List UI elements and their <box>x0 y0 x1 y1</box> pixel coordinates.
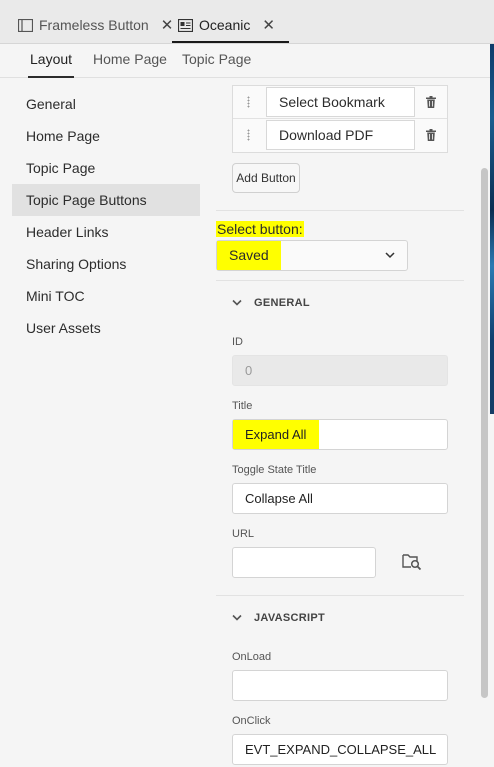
title-label: Title <box>232 400 253 412</box>
drag-handle-icon[interactable] <box>247 129 250 141</box>
tab-label: Oceanic <box>199 17 251 33</box>
url-label: URL <box>232 528 255 540</box>
button-name-field[interactable]: Download PDF <box>266 120 415 150</box>
nav-item-home-page[interactable]: Home Page <box>12 120 200 152</box>
id-label: ID <box>232 336 243 348</box>
tab-layout[interactable]: Layout <box>27 51 75 78</box>
nav-item-general[interactable]: General <box>12 88 200 120</box>
onload-field[interactable] <box>232 670 448 701</box>
divider <box>216 595 464 596</box>
onload-label: OnLoad <box>232 651 272 663</box>
window-icon <box>18 18 33 32</box>
settings-panel: Select Bookmark Download PDF Add Button … <box>216 78 478 767</box>
settings-tab-bar: Layout Home Page Topic Page <box>0 44 494 78</box>
trash-icon[interactable] <box>426 129 436 141</box>
toggle-state-title-field[interactable]: Collapse All <box>232 483 448 514</box>
onclick-label: OnClick <box>232 715 271 727</box>
drag-handle-icon[interactable] <box>247 96 250 108</box>
nav-item-sharing-options[interactable]: Sharing Options <box>12 248 200 280</box>
close-icon[interactable]: ✕ <box>161 16 174 34</box>
toggle-state-title-label: Toggle State Title <box>232 464 317 476</box>
chevron-down-icon <box>232 614 242 621</box>
browse-file-icon[interactable] <box>402 552 422 570</box>
button-name-field[interactable]: Select Bookmark <box>266 87 415 117</box>
onclick-field[interactable]: EVT_EXPAND_COLLAPSE_ALL <box>232 734 448 765</box>
section-general-title: GENERAL <box>254 297 310 309</box>
list-item: Select Bookmark <box>233 86 447 119</box>
title-field[interactable]: Expand All <box>232 419 448 450</box>
settings-nav: General Home Page Topic Page Topic Page … <box>12 88 200 344</box>
nav-item-header-links[interactable]: Header Links <box>12 216 200 248</box>
chevron-down-icon <box>232 299 242 306</box>
button-list: Select Bookmark Download PDF <box>232 85 448 153</box>
layout-icon <box>178 18 193 32</box>
scrollbar-thumb[interactable] <box>481 168 488 698</box>
tab-label: Frameless Button <box>39 17 149 33</box>
id-field: 0 <box>232 355 448 386</box>
document-tab-bar: Frameless Button ✕ Oceanic ✕ <box>0 0 494 44</box>
tab-home-page[interactable]: Home Page <box>93 51 167 67</box>
list-item: Download PDF <box>233 119 447 152</box>
nav-item-topic-page[interactable]: Topic Page <box>12 152 200 184</box>
section-javascript-header[interactable]: JAVASCRIPT <box>232 612 325 624</box>
close-icon[interactable]: ✕ <box>262 16 275 34</box>
tab-topic-page[interactable]: Topic Page <box>182 51 251 67</box>
chevron-down-icon <box>385 252 395 259</box>
background-image-edge <box>490 44 494 414</box>
select-button-label: Select button: <box>216 221 304 237</box>
tab-oceanic[interactable]: Oceanic ✕ <box>172 10 289 43</box>
nav-item-user-assets[interactable]: User Assets <box>12 312 200 344</box>
divider <box>216 210 464 211</box>
select-button-dropdown[interactable]: Saved <box>216 240 408 271</box>
divider <box>216 280 464 281</box>
add-button[interactable]: Add Button <box>232 163 300 193</box>
nav-item-topic-page-buttons[interactable]: Topic Page Buttons <box>12 184 200 216</box>
trash-icon[interactable] <box>426 96 436 108</box>
url-field[interactable] <box>232 547 376 578</box>
select-button-value: Saved <box>217 241 281 270</box>
title-value: Expand All <box>233 420 320 449</box>
nav-item-mini-toc[interactable]: Mini TOC <box>12 280 200 312</box>
section-javascript-title: JAVASCRIPT <box>254 612 326 624</box>
section-general-header[interactable]: GENERAL <box>232 297 310 309</box>
tab-frameless-button[interactable]: Frameless Button ✕ <box>18 10 173 40</box>
